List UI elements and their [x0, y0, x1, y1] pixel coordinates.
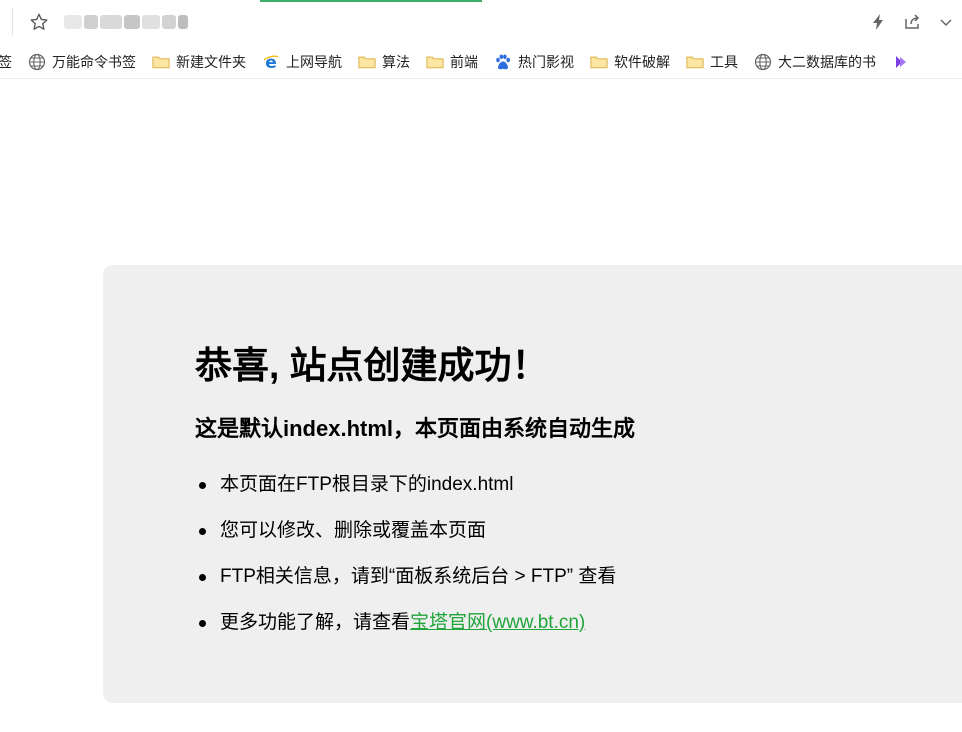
lightning-icon — [873, 14, 883, 30]
bookmark-item-database-book[interactable]: 大二数据库的书 — [750, 49, 880, 75]
page-title: 恭喜, 站点创建成功！ — [195, 345, 549, 386]
folder-icon — [358, 53, 376, 71]
list-item-text: 您可以修改、删除或覆盖本页面 — [220, 520, 487, 541]
folder-icon — [686, 53, 704, 71]
dropdown-button[interactable] — [936, 12, 956, 32]
share-button[interactable] — [902, 12, 922, 32]
bookmark-item-overflow[interactable] — [888, 49, 920, 75]
bookmark-item-tools[interactable]: 工具 — [682, 49, 742, 75]
bookmark-item-navigation[interactable]: e 上网导航 — [258, 49, 346, 75]
list-item: FTP相关信息，请到“面板系统后台 > FTP” 查看 — [195, 563, 616, 609]
chevron-down-icon — [940, 19, 952, 27]
bookmark-item-frontend[interactable]: 前端 — [422, 49, 482, 75]
info-list: 本页面在FTP根目录下的index.html 您可以修改、删除或覆盖本页面 FT… — [195, 471, 616, 655]
ie-icon: e — [262, 53, 280, 71]
globe-icon — [28, 53, 46, 71]
list-item: 更多功能了解，请查看宝塔官网(www.bt.cn) — [195, 609, 616, 655]
address-bar — [0, 0, 962, 45]
bookmark-label: 万能命令书签 — [52, 53, 136, 70]
list-item: 本页面在FTP根目录下的index.html — [195, 471, 616, 517]
page-subtitle: 这是默认index.html，本页面由系统自动生成 — [195, 416, 636, 441]
welcome-card: 恭喜, 站点创建成功！ 这是默认index.html，本页面由系统自动生成 本页… — [103, 265, 962, 703]
toolbar-divider — [12, 8, 13, 36]
bookmark-star-button[interactable] — [27, 10, 51, 34]
bookmark-item-partial[interactable]: 签 — [0, 49, 16, 75]
bookmark-label: 新建文件夹 — [176, 53, 246, 70]
bookmark-item-software[interactable]: 软件破解 — [586, 49, 674, 75]
list-item-text: 更多功能了解，请查看 — [220, 612, 411, 633]
bookmark-item-algorithm[interactable]: 算法 — [354, 49, 414, 75]
address-bar-actions — [868, 10, 956, 34]
bookmark-label: 热门影视 — [518, 53, 574, 70]
bookmark-label: 算法 — [382, 53, 410, 70]
bookmark-label: 大二数据库的书 — [778, 53, 876, 70]
folder-icon — [152, 53, 170, 71]
bookmark-label: 软件破解 — [614, 53, 670, 70]
bookmark-label: 工具 — [710, 53, 738, 70]
bookmark-label: 签 — [0, 52, 12, 72]
bookmark-label: 上网导航 — [286, 53, 342, 70]
loading-indicator — [260, 0, 482, 2]
bt-official-link[interactable]: 宝塔官网(www.bt.cn) — [410, 612, 585, 633]
purple-app-icon — [892, 53, 910, 71]
folder-icon — [590, 53, 608, 71]
speed-mode-button[interactable] — [868, 12, 888, 32]
bookmark-label: 前端 — [450, 53, 478, 70]
url-field[interactable] — [64, 12, 194, 32]
list-item: 您可以修改、删除或覆盖本页面 — [195, 517, 616, 563]
share-icon — [905, 14, 920, 29]
star-icon — [30, 13, 48, 30]
globe-icon — [754, 53, 772, 71]
folder-icon — [426, 53, 444, 71]
paw-icon — [494, 53, 512, 71]
list-item-text: FTP相关信息，请到“面板系统后台 > FTP” 查看 — [220, 566, 617, 587]
bookmarks-bar: 签 万能命令书签 新建文件夹 e 上网导航 算法 前端 热门影视 — [0, 45, 962, 79]
bookmark-item-movies[interactable]: 热门影视 — [490, 49, 578, 75]
list-item-text: 本页面在FTP根目录下的index.html — [220, 474, 514, 495]
bookmark-item-new-folder[interactable]: 新建文件夹 — [148, 49, 250, 75]
bookmark-item-commands[interactable]: 万能命令书签 — [24, 49, 140, 75]
